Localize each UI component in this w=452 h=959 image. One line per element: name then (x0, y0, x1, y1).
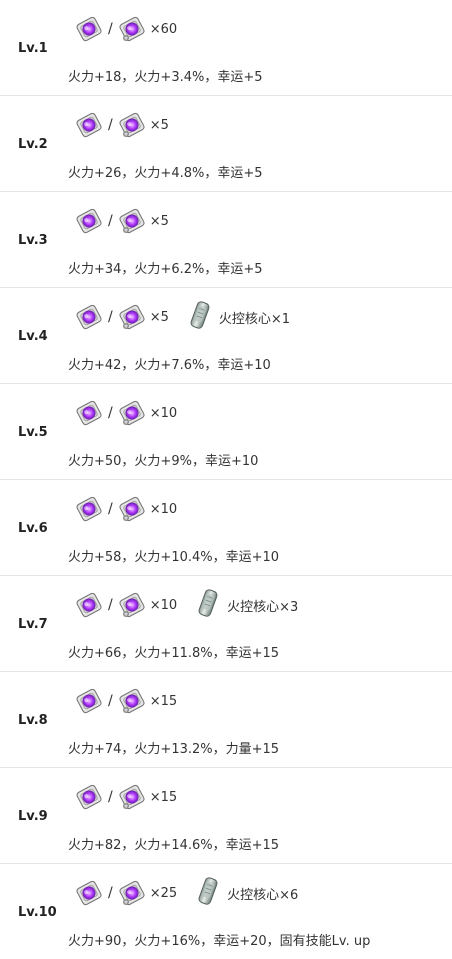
level-row: Lv.6 / ×10 火力+58，火力+10.4%，幸运+10 (0, 480, 452, 576)
level-label: Lv.3 (18, 233, 48, 248)
level-stats: 火力+74，火力+13.2%，力量+15 (68, 742, 280, 757)
material-count: ×5 (149, 309, 169, 325)
material-separator: / (108, 405, 113, 421)
purple-chip-icon (74, 110, 104, 140)
level-row: Lv.8 / ×15 火力+74，火力+13.2%，力量+15 (0, 672, 452, 768)
core-requirement: 火控核心×6 (195, 875, 298, 911)
level-stats: 火力+66，火力+11.8%，幸运+15 (68, 646, 280, 661)
level-stats: 火力+58，火力+10.4%，幸运+10 (68, 550, 280, 565)
core-count: 火控核心×3 (227, 599, 299, 615)
level-stats: 火力+26，火力+4.8%，幸运+5 (68, 166, 263, 181)
material-separator: / (108, 309, 113, 325)
material-count: ×15 (149, 693, 178, 709)
material-separator: / (108, 693, 113, 709)
level-row: Lv.1 / ×60 火力+18，火力+3.4%，幸运+5 (0, 0, 452, 96)
materials: / ×15 (74, 780, 177, 814)
fire-control-core-icon (195, 875, 221, 911)
materials: / ×10 (74, 396, 177, 430)
materials: / ×10 火控核心×3 (74, 588, 298, 622)
level-label: Lv.1 (18, 41, 48, 56)
level-row: Lv.4 / ×5 火控核心×1 火力+42，火力+7.6%，幸运+10 (0, 288, 452, 384)
material-count: ×5 (149, 213, 169, 229)
material-separator: / (108, 213, 113, 229)
fire-control-core-icon (195, 587, 221, 623)
material-count: ×60 (149, 21, 178, 37)
level-label: Lv.4 (18, 329, 48, 344)
level-row: Lv.2 / ×5 火力+26，火力+4.8%，幸运+5 (0, 96, 452, 192)
materials: / ×10 (74, 492, 177, 526)
fire-control-core-icon (187, 299, 213, 335)
level-row: Lv.5 / ×10 火力+50，火力+9%，幸运+10 (0, 384, 452, 480)
material-count: ×15 (149, 789, 178, 805)
materials: / ×5 (74, 108, 169, 142)
purple-chip-icon (74, 302, 104, 332)
purple-chip-icon (74, 590, 104, 620)
level-label: Lv.5 (18, 425, 48, 440)
level-label: Lv.6 (18, 521, 48, 536)
purple-chip-variant-icon (117, 878, 147, 908)
level-row: Lv.3 / ×5 火力+34，火力+6.2%，幸运+5 (0, 192, 452, 288)
level-stats: 火力+90，火力+16%，幸运+20，固有技能Lv. up (68, 934, 371, 949)
purple-chip-icon (74, 782, 104, 812)
level-label: Lv.9 (18, 809, 48, 824)
purple-chip-icon (74, 686, 104, 716)
purple-chip-variant-icon (117, 302, 147, 332)
level-stats: 火力+50，火力+9%，幸运+10 (68, 454, 259, 469)
material-separator: / (108, 117, 113, 133)
purple-chip-variant-icon (117, 110, 147, 140)
level-label: Lv.10 (18, 905, 57, 920)
core-requirement: 火控核心×3 (195, 587, 298, 623)
material-count: ×10 (149, 501, 178, 517)
materials: / ×25 火控核心×6 (74, 876, 298, 910)
materials: / ×15 (74, 684, 177, 718)
level-upgrade-list: Lv.1 / ×60 火力+18，火力+3.4%，幸运+5 Lv.2 / ×5 … (0, 0, 452, 959)
purple-chip-icon (74, 878, 104, 908)
level-stats: 火力+82，火力+14.6%，幸运+15 (68, 838, 280, 853)
purple-chip-icon (74, 494, 104, 524)
core-requirement: 火控核心×1 (187, 299, 290, 335)
level-row: Lv.9 / ×15 火力+82，火力+14.6%，幸运+15 (0, 768, 452, 864)
purple-chip-variant-icon (117, 14, 147, 44)
core-count: 火控核心×6 (227, 887, 299, 903)
level-row: Lv.10 / ×25 火控核心×6 火力+90，火力+16%，幸运+20，固有… (0, 864, 452, 959)
material-separator: / (108, 789, 113, 805)
level-label: Lv.8 (18, 713, 48, 728)
core-count: 火控核心×1 (218, 311, 291, 327)
materials: / ×60 (74, 12, 177, 46)
material-separator: / (108, 885, 113, 901)
material-count: ×10 (149, 597, 178, 613)
purple-chip-variant-icon (117, 398, 147, 428)
materials: / ×5 火控核心×1 (74, 300, 290, 334)
level-stats: 火力+42，火力+7.6%，幸运+10 (68, 358, 271, 373)
level-stats: 火力+34，火力+6.2%，幸运+5 (68, 262, 263, 277)
materials: / ×5 (74, 204, 169, 238)
purple-chip-variant-icon (117, 686, 147, 716)
purple-chip-icon (74, 398, 104, 428)
purple-chip-variant-icon (117, 206, 147, 236)
level-label: Lv.2 (18, 137, 48, 152)
purple-chip-icon (74, 206, 104, 236)
material-count: ×10 (149, 405, 178, 421)
purple-chip-variant-icon (117, 590, 147, 620)
material-count: ×25 (149, 885, 178, 901)
material-separator: / (108, 597, 113, 613)
level-stats: 火力+18，火力+3.4%，幸运+5 (68, 70, 263, 85)
level-row: Lv.7 / ×10 火控核心×3 火力+66，火力+11.8%，幸运+15 (0, 576, 452, 672)
material-separator: / (108, 501, 113, 517)
purple-chip-variant-icon (117, 782, 147, 812)
purple-chip-variant-icon (117, 494, 147, 524)
level-label: Lv.7 (18, 617, 48, 632)
purple-chip-icon (74, 14, 104, 44)
material-count: ×5 (149, 117, 169, 133)
material-separator: / (108, 21, 113, 37)
